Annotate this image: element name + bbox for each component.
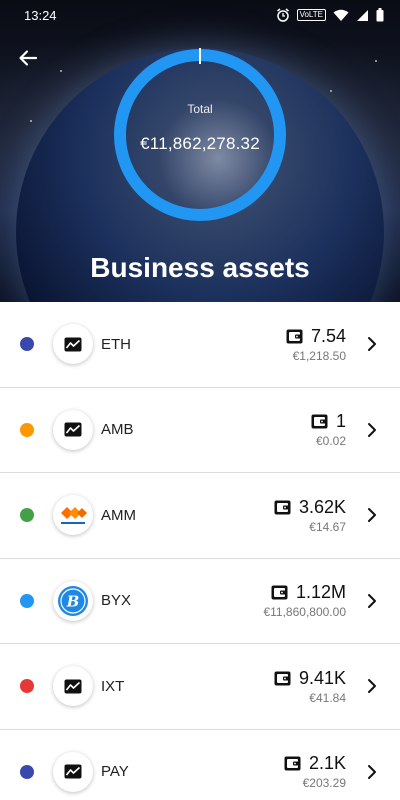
asset-fiat-value: €11,860,800.00 bbox=[263, 605, 346, 620]
total-value: €11,862,278.32 bbox=[140, 134, 260, 153]
bitcoinx-logo-icon: B bbox=[53, 580, 93, 621]
asset-symbol: ETH bbox=[101, 335, 131, 353]
asset-symbol: AMB bbox=[101, 421, 134, 439]
wallet-icon bbox=[274, 500, 291, 515]
svg-text:B: B bbox=[66, 592, 80, 610]
asset-fiat-value: €41.84 bbox=[309, 690, 346, 705]
asset-row-amb[interactable]: AMB 1 €0.02 bbox=[0, 388, 400, 473]
asset-color-dot bbox=[20, 508, 34, 523]
wallet-icon bbox=[311, 414, 328, 429]
micromoney-logo-icon bbox=[53, 495, 93, 536]
total-summary: Total €11,862,278.32 bbox=[111, 46, 289, 224]
asset-values: 3.62K €14.67 bbox=[274, 497, 346, 534]
asset-row-byx[interactable]: B BYX 1.12M €11,860,800.00 bbox=[0, 559, 400, 644]
status-bar: 13:24 VoLTE bbox=[0, 0, 400, 30]
battery-icon bbox=[376, 8, 384, 22]
page-title: Business assets bbox=[90, 252, 310, 283]
asset-color-dot bbox=[20, 593, 34, 608]
asset-values: 1 €0.02 bbox=[311, 411, 346, 448]
alarm-icon bbox=[276, 8, 289, 22]
asset-color-dot bbox=[20, 422, 34, 437]
wallet-icon bbox=[284, 756, 301, 771]
signal-icon bbox=[357, 9, 368, 21]
wallet-icon bbox=[286, 329, 303, 344]
chevron-right-icon bbox=[368, 679, 376, 694]
generic-chart-icon bbox=[53, 751, 93, 792]
asset-symbol: IXT bbox=[101, 677, 125, 695]
asset-fiat-value: €1,218.50 bbox=[292, 348, 346, 363]
asset-values: 2.1K €203.29 bbox=[284, 753, 346, 790]
chevron-right-icon bbox=[368, 337, 376, 352]
chevron-right-icon bbox=[368, 764, 376, 779]
asset-fiat-value: €0.02 bbox=[315, 434, 346, 449]
generic-chart-icon bbox=[53, 324, 93, 365]
asset-amount: 7.54 bbox=[310, 325, 346, 346]
asset-fiat-value: €14.67 bbox=[309, 519, 346, 534]
asset-values: 1.12M €11,860,800.00 bbox=[263, 582, 346, 619]
asset-list: ETH 7.54 €1,218.50 AMB 1 €0.02 AMM 3.62K… bbox=[0, 302, 400, 800]
arrow-left-icon bbox=[19, 50, 38, 66]
asset-color-dot bbox=[20, 679, 34, 694]
asset-amount: 1.12M bbox=[295, 582, 346, 603]
chevron-right-icon bbox=[368, 508, 376, 523]
asset-amount: 9.41K bbox=[298, 667, 346, 688]
chevron-right-icon bbox=[368, 593, 376, 608]
asset-row-ixt[interactable]: IXT 9.41K €41.84 bbox=[0, 644, 400, 730]
asset-row-amm[interactable]: AMM 3.62K €14.67 bbox=[0, 473, 400, 559]
wallet-icon bbox=[274, 671, 291, 686]
wallet-icon bbox=[271, 585, 288, 600]
asset-amount: 1 bbox=[335, 411, 346, 432]
asset-values: 7.54 €1,218.50 bbox=[286, 326, 346, 363]
total-label: Total bbox=[187, 102, 213, 116]
volte-badge: VoLTE bbox=[296, 9, 326, 21]
asset-values: 9.41K €41.84 bbox=[274, 668, 346, 705]
chevron-right-icon bbox=[368, 422, 376, 437]
asset-amount: 2.1K bbox=[308, 753, 346, 774]
generic-chart-icon bbox=[53, 409, 93, 450]
asset-symbol: PAY bbox=[101, 763, 129, 781]
asset-row-pay[interactable]: PAY 2.1K €203.29 bbox=[0, 730, 400, 800]
wifi-icon bbox=[333, 9, 349, 21]
asset-color-dot bbox=[20, 764, 34, 779]
back-button[interactable] bbox=[14, 44, 42, 72]
asset-row-eth[interactable]: ETH 7.54 €1,218.50 bbox=[0, 302, 400, 388]
asset-fiat-value: €203.29 bbox=[302, 776, 346, 791]
generic-chart-icon bbox=[53, 666, 93, 707]
asset-color-dot bbox=[20, 337, 34, 352]
asset-symbol: BYX bbox=[101, 592, 132, 610]
asset-amount: 3.62K bbox=[298, 496, 346, 517]
status-time: 13:24 bbox=[24, 7, 57, 23]
asset-symbol: AMM bbox=[101, 506, 136, 524]
